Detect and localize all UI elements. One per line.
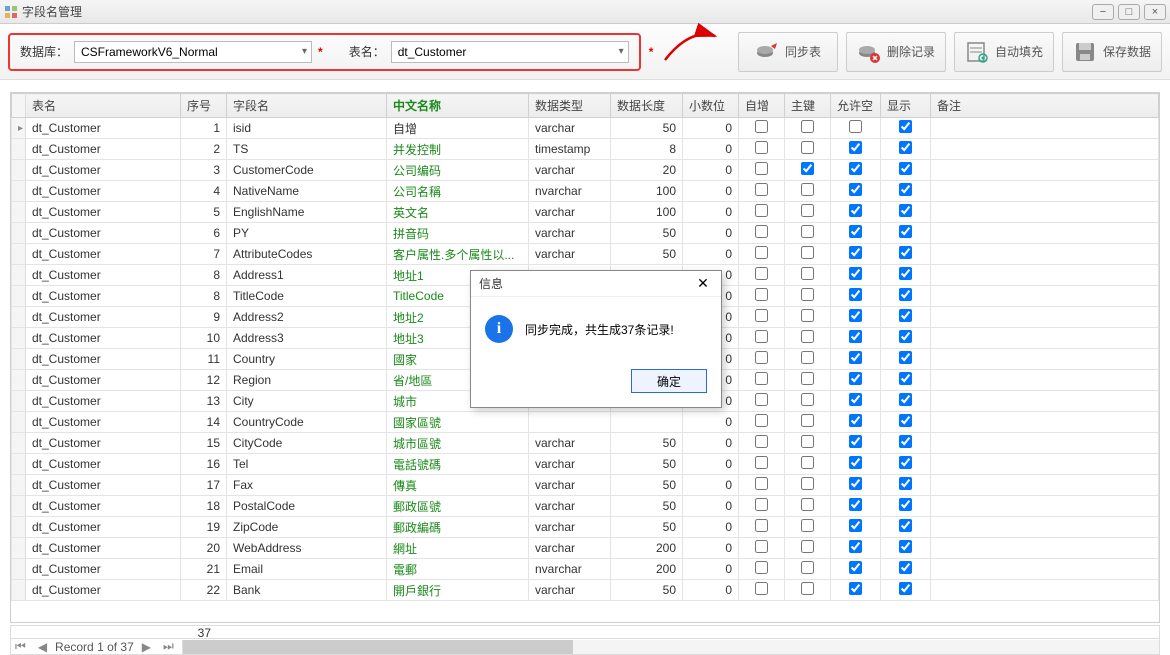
col-scale[interactable]: 小数位	[683, 94, 739, 118]
col-field[interactable]: 字段名	[227, 94, 387, 118]
table-row[interactable]: dt_Customer15CityCode城市區號varchar500	[12, 433, 1159, 454]
table-row[interactable]: dt_Customer18PostalCode郵政區號varchar500	[12, 496, 1159, 517]
database-value: CSFrameworkV6_Normal	[81, 45, 218, 59]
col-dtype[interactable]: 数据类型	[529, 94, 611, 118]
nav-prev-icon[interactable]: ◀	[34, 640, 51, 654]
header-row: 表名 序号 字段名 中文名称 数据类型 数据长度 小数位 自增 主键 允许空 显…	[12, 94, 1159, 118]
save-button[interactable]: 保存数据	[1062, 32, 1162, 72]
info-icon: i	[485, 315, 513, 343]
dialog-message: 同步完成，共生成37条记录!	[525, 321, 674, 338]
nav-next-icon[interactable]: ▶	[138, 640, 155, 654]
nav-first-icon[interactable]: ⏮	[11, 639, 30, 654]
autofill-label: 自动填充	[995, 43, 1043, 60]
table-row[interactable]: dt_Customer20WebAddress網址varchar2000	[12, 538, 1159, 559]
col-remark[interactable]: 备注	[931, 94, 1159, 118]
nav-last-icon[interactable]: ⏭	[159, 639, 178, 654]
maximize-button[interactable]: □	[1118, 4, 1140, 20]
grid-footer: 37 ⏮ ◀ Record 1 of 37 ▶ ⏭	[10, 625, 1160, 653]
minimize-button[interactable]: −	[1092, 4, 1114, 20]
col-table[interactable]: 表名	[26, 94, 181, 118]
row-count: 37	[168, 626, 217, 638]
autofill-icon	[965, 40, 989, 64]
table-row[interactable]: dt_Customer19ZipCode郵政編碼varchar500	[12, 517, 1159, 538]
dialog-title: 信息	[479, 275, 693, 292]
autofill-button[interactable]: 自动填充	[954, 32, 1054, 72]
table-row[interactable]: ▸dt_Customer1isid自增varchar500	[12, 118, 1159, 139]
table-row[interactable]: dt_Customer4NativeName公司名稱nvarchar1000	[12, 181, 1159, 202]
col-dlen[interactable]: 数据长度	[611, 94, 683, 118]
app-icon	[4, 5, 18, 19]
table-row[interactable]: dt_Customer3CustomerCode公司编码varchar200	[12, 160, 1159, 181]
table-row[interactable]: dt_Customer21Email電郵nvarchar2000	[12, 559, 1159, 580]
table-row[interactable]: dt_Customer6PY拼音码varchar500	[12, 223, 1159, 244]
col-cname[interactable]: 中文名称	[387, 94, 529, 118]
nav-text: Record 1 of 37	[55, 640, 134, 654]
col-pk[interactable]: 主键	[785, 94, 831, 118]
close-button[interactable]: ×	[1144, 4, 1166, 20]
db-label: 数据库：	[20, 43, 68, 60]
dialog-close-icon[interactable]: ✕	[693, 274, 713, 294]
sync-label: 同步表	[785, 43, 821, 60]
info-dialog: 信息 ✕ i 同步完成，共生成37条记录! 确定	[470, 270, 722, 408]
table-combo[interactable]: dt_Customer	[391, 41, 629, 63]
table-row[interactable]: dt_Customer22Bank開戶銀行varchar500	[12, 580, 1159, 601]
sync-icon	[755, 40, 779, 64]
filter-box: 数据库： CSFrameworkV6_Normal * 表名： dt_Custo…	[8, 33, 641, 71]
col-seq[interactable]: 序号	[181, 94, 227, 118]
table-row[interactable]: dt_Customer5EnglishName英文名varchar1000	[12, 202, 1159, 223]
required-asterisk-2: *	[649, 45, 654, 59]
toolbar: 数据库： CSFrameworkV6_Normal * 表名： dt_Custo…	[0, 24, 1170, 80]
required-asterisk: *	[318, 45, 323, 59]
save-label: 保存数据	[1103, 43, 1151, 60]
col-auto[interactable]: 自增	[739, 94, 785, 118]
summary-row: 37	[10, 625, 1160, 639]
window-title: 字段名管理	[22, 3, 1092, 20]
save-icon	[1073, 40, 1097, 64]
col-nullable[interactable]: 允许空	[831, 94, 881, 118]
table-label: 表名：	[349, 43, 385, 60]
sync-button[interactable]: 同步表	[738, 32, 838, 72]
table-row[interactable]: dt_Customer17Fax傳真varchar500	[12, 475, 1159, 496]
table-value: dt_Customer	[398, 45, 467, 59]
dialog-ok-button[interactable]: 确定	[631, 369, 707, 393]
delete-label: 删除记录	[887, 43, 935, 60]
delete-button[interactable]: 删除记录	[846, 32, 946, 72]
database-combo[interactable]: CSFrameworkV6_Normal	[74, 41, 312, 63]
table-row[interactable]: dt_Customer7AttributeCodes客户属性.多个属性以...v…	[12, 244, 1159, 265]
table-row[interactable]: dt_Customer2TS并发控制timestamp80	[12, 139, 1159, 160]
table-row[interactable]: dt_Customer16Tel電話號碼varchar500	[12, 454, 1159, 475]
delete-icon	[857, 40, 881, 64]
horizontal-scrollbar[interactable]	[182, 640, 1159, 654]
col-show[interactable]: 显示	[881, 94, 931, 118]
title-bar: 字段名管理 − □ ×	[0, 0, 1170, 24]
table-row[interactable]: dt_Customer14CountryCode國家區號0	[12, 412, 1159, 433]
